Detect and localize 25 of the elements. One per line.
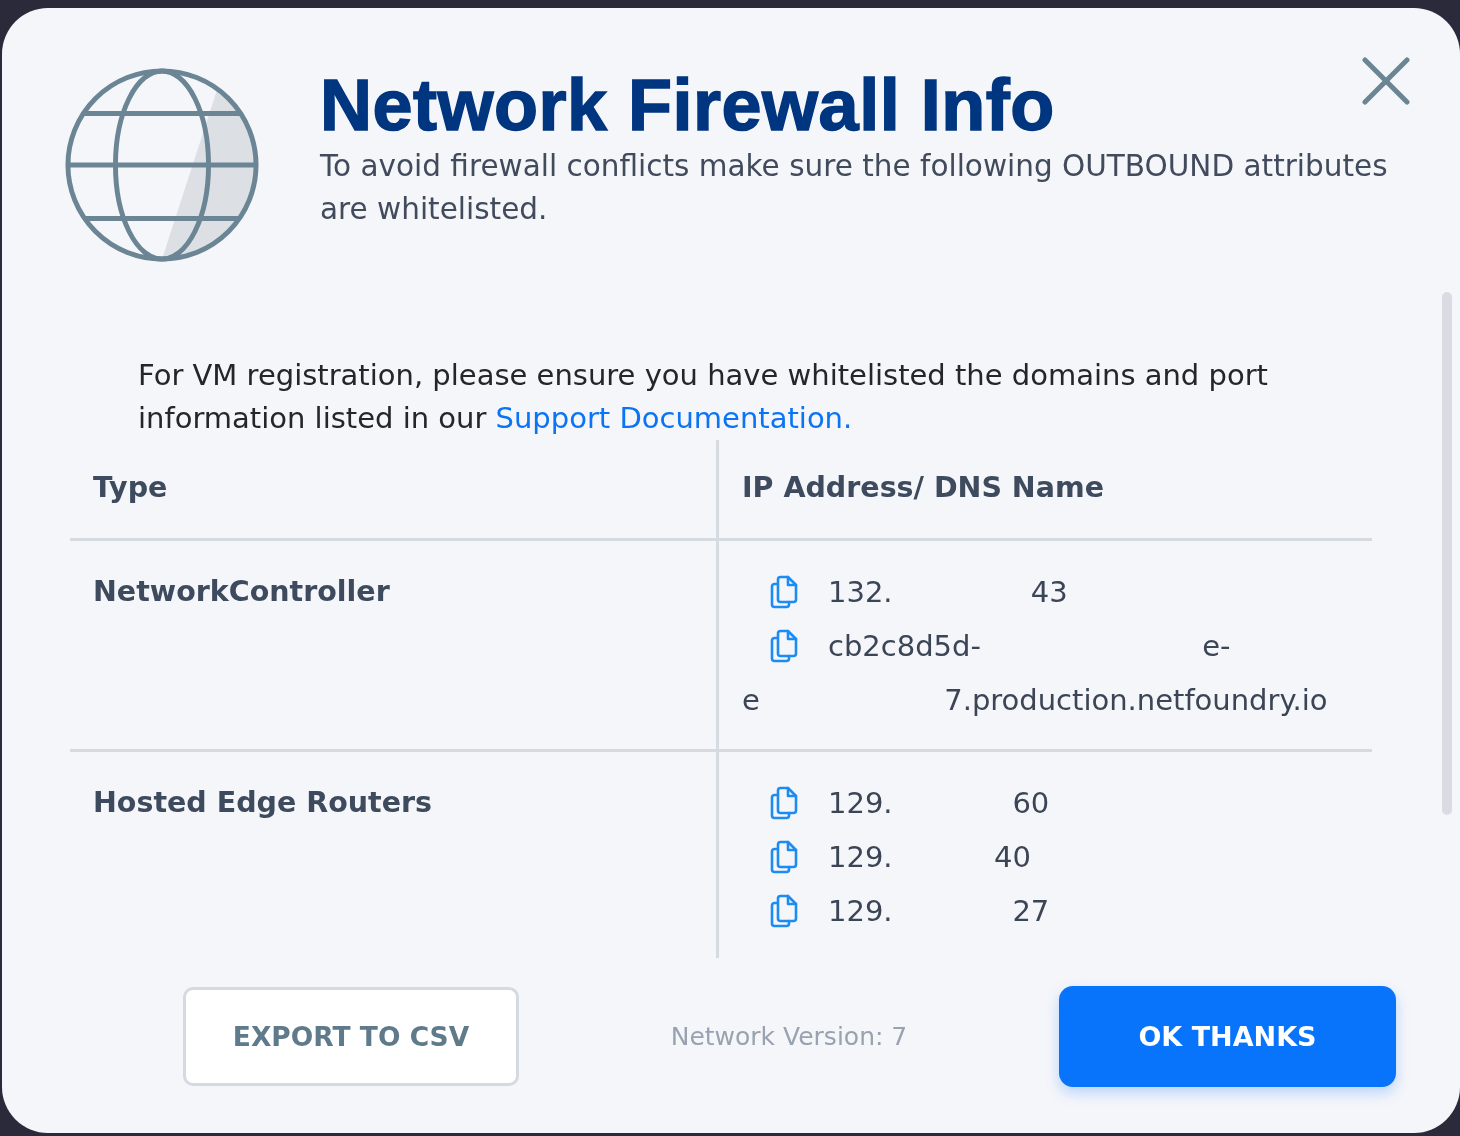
copy-icon[interactable] <box>769 575 799 609</box>
copy-icon[interactable] <box>769 894 799 928</box>
dialog-title: Network Firewall Info <box>320 65 1055 145</box>
ok-button[interactable]: OK THANKS <box>1059 986 1396 1087</box>
copy-icon[interactable] <box>769 629 799 663</box>
table-cell-text: Hosted Edge Routers <box>93 785 432 821</box>
address-text: cb2c8d5d- e- <box>828 628 1231 665</box>
export-csv-button[interactable]: EXPORT TO CSV <box>183 987 519 1086</box>
notice-text: For VM registration, please ensure you have whitelisted the domains and port information listed in our Support Documentation. <box>138 357 1269 437</box>
version-label: Network Version: 7 <box>670 1021 908 1052</box>
copy-icon[interactable] <box>769 840 799 874</box>
address-text: 132. 43 <box>828 574 1068 611</box>
dialog-subtitle: To avoid firewall conflicts make sure the following OUTBOUND attributes are whitelisted. <box>320 148 1389 228</box>
scrollbar-thumb[interactable] <box>1442 292 1452 815</box>
documentation-link[interactable]: Support Documentation. <box>495 401 853 435</box>
table-cell-text: NetworkController <box>93 574 390 610</box>
copy-icon[interactable] <box>769 786 799 820</box>
globe-icon <box>63 66 261 264</box>
column-header: IP Address/ DNS Name <box>716 440 1372 541</box>
address-text: 129. 40 <box>828 839 1031 876</box>
address-text: 129. 27 <box>828 893 1050 930</box>
column-header: Type <box>70 440 716 541</box>
address-text: 129. 60 <box>828 785 1050 822</box>
close-button[interactable] <box>1362 57 1410 105</box>
address-text: e 7.production.netfoundry.io <box>742 682 1328 719</box>
